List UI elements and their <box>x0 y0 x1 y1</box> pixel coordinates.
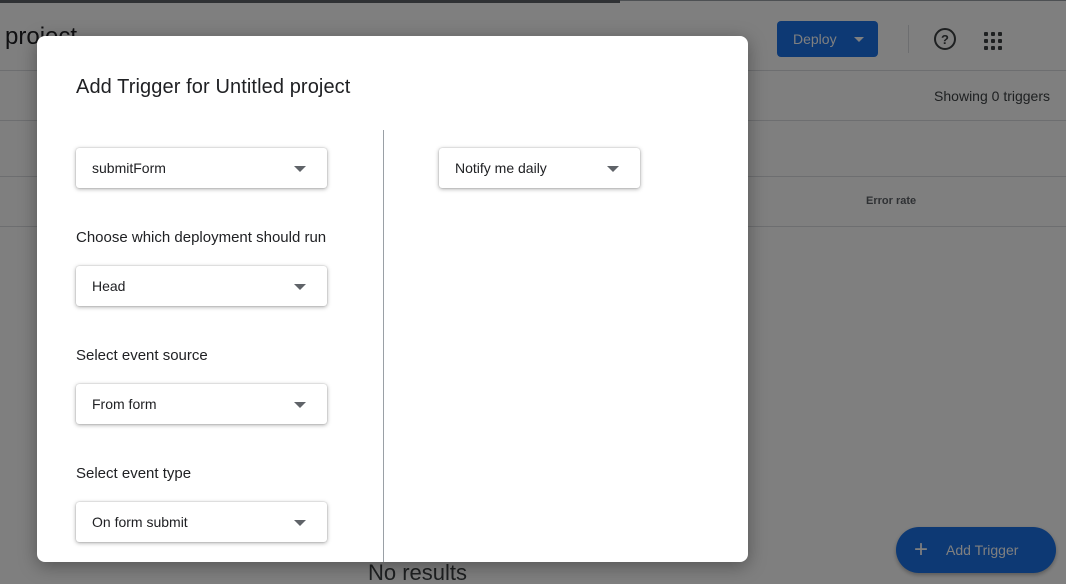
event-type-label: Select event type <box>76 465 192 482</box>
caret-down-icon <box>607 166 619 172</box>
event-type-select-value: On form submit <box>92 514 188 530</box>
deployment-select-value: Head <box>92 278 126 294</box>
caret-down-icon <box>294 520 306 526</box>
function-select[interactable]: submitForm <box>76 148 327 188</box>
function-select-value: submitForm <box>92 160 166 176</box>
deployment-label: Choose which deployment should run <box>76 229 327 246</box>
caret-down-icon <box>294 166 306 172</box>
event-source-select-value: From form <box>92 396 157 412</box>
add-trigger-dialog: Add Trigger for Untitled project submitF… <box>37 36 748 562</box>
failure-notification-select-value: Notify me daily <box>455 160 547 176</box>
caret-down-icon <box>294 284 306 290</box>
column-divider <box>383 130 384 562</box>
event-source-select[interactable]: From form <box>76 384 327 424</box>
event-source-label: Select event source <box>76 347 208 364</box>
failure-notification-select[interactable]: Notify me daily <box>439 148 640 188</box>
event-type-select[interactable]: On form submit <box>76 502 327 542</box>
deployment-select[interactable]: Head <box>76 266 327 306</box>
caret-down-icon <box>294 402 306 408</box>
dialog-title: Add Trigger for Untitled project <box>76 76 351 98</box>
